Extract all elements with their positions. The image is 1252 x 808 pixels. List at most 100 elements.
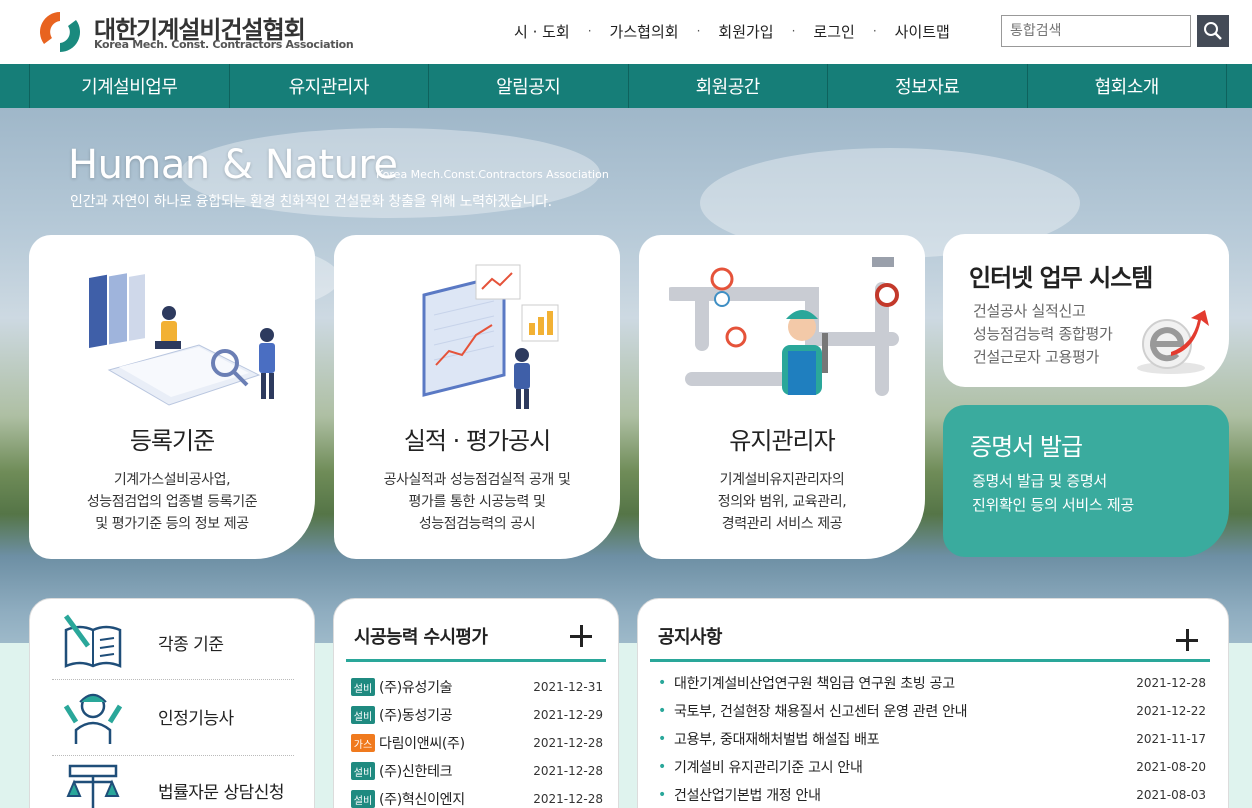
util-link-join[interactable]: 회원가입 — [718, 21, 773, 42]
plumber-pipes-illustration-icon — [669, 257, 899, 396]
list-item[interactable]: 설비 (주)혁신이엔지 2021-12-28 — [351, 785, 603, 808]
util-link-gas-council[interactable]: 가스협의회 — [610, 21, 679, 42]
internet-system-list: 건설공사 실적신고 성능점검능력 종합평가 건설근로자 고용평가 — [973, 300, 1113, 369]
evaluation-list: 설비 (주)유성기술 2021-12-31 설비 (주)동성기공 2021-12… — [351, 673, 603, 808]
list-item[interactable]: • 대한기계설비산업연구원 책임급 연구원 초빙 공고 2021-12-28 — [658, 669, 1206, 697]
divider — [52, 679, 294, 680]
internet-e-logo-icon — [1137, 310, 1209, 374]
books-people-illustration-icon — [89, 273, 275, 406]
item-date: 2021-08-20 — [1136, 760, 1206, 774]
item-date: 2021-08-03 — [1136, 788, 1206, 802]
internet-system-item[interactable]: 성능점검능력 종합평가 — [973, 323, 1113, 346]
util-link-login[interactable]: 로그인 — [813, 21, 854, 42]
list-item[interactable]: 설비 (주)동성기공 2021-12-29 — [351, 701, 603, 729]
list-item[interactable]: • 고용부, 중대재해처벌법 해설집 배포 2021-11-17 — [658, 725, 1206, 753]
nav-item-maintenance-manager[interactable]: 유지관리자 — [230, 64, 429, 108]
list-item[interactable]: • 국토부, 건설현장 채용질서 신고센터 운영 관련 안내 2021-12-2… — [658, 697, 1206, 725]
bullet-icon: • — [658, 787, 667, 803]
site-header: 대한기계설비건설협회 Korea Mech. Const. Contractor… — [0, 0, 1252, 64]
card-description-line: 및 평가기준 등의 정보 제공 — [95, 516, 249, 532]
utility-links: 시 · 도회 · 가스협의회 · 회원가입 · 로그인 · 사이트맵 — [500, 20, 950, 42]
search-button[interactable] — [1197, 15, 1229, 47]
internet-system-item[interactable]: 건설근로자 고용평가 — [973, 346, 1112, 369]
card-description-line: 공사실적과 성능점검실적 공개 및 — [383, 472, 571, 488]
bullet-icon: • — [658, 759, 667, 775]
certificate-description-line: 증명서 발급 및 증명서 — [972, 472, 1107, 490]
logo-mark-icon — [39, 12, 80, 52]
panel-title-underline — [650, 659, 1210, 662]
util-separator: · — [587, 24, 592, 38]
item-date: 2021-12-28 — [1136, 676, 1206, 690]
util-separator: · — [696, 24, 701, 38]
notice-panel: 공지사항 • 대한기계설비산업연구원 책임급 연구원 초빙 공고 2021-12… — [637, 598, 1229, 808]
category-badge: 설비 — [351, 762, 375, 780]
list-item[interactable]: • 건설산업기본법 개정 안내 2021-08-03 — [658, 781, 1206, 808]
card-description-line: 정의와 범위, 교육관리, — [717, 494, 847, 510]
site-logo[interactable]: 대한기계설비건설협회 Korea Mech. Const. Contractor… — [38, 8, 354, 56]
item-date: 2021-12-31 — [533, 680, 603, 694]
quick-link-label: 각종 기준 — [158, 634, 224, 655]
internet-work-system-box[interactable]: 인터넷 업무 시스템 건설공사 실적신고 성능점검능력 종합평가 건설근로자 고… — [943, 234, 1229, 387]
technician-tools-icon — [63, 693, 123, 744]
card-description-line: 기계가스설비공사업, — [113, 472, 231, 488]
nav-item-about[interactable]: 협회소개 — [1028, 64, 1227, 108]
card-registration-standard[interactable]: 등록기준 기계가스설비공사업, 성능점검업의 업종별 등록기준 및 평가기준 등… — [29, 235, 315, 559]
util-link-sitemap[interactable]: 사이트맵 — [895, 21, 950, 42]
justice-scale-icon — [66, 764, 120, 808]
quick-link-label: 법률자문 상담신청 — [158, 782, 285, 803]
card-description-line: 성능점검능력의 공시 — [418, 516, 536, 532]
bullet-icon: • — [658, 675, 667, 691]
card-description-line: 성능점검업의 업종별 등록기준 — [86, 494, 258, 510]
bullet-icon: • — [658, 703, 667, 719]
quick-link-label: 인정기능사 — [158, 708, 234, 729]
category-badge: 가스 — [351, 734, 375, 752]
company-name: (주)동성기공 — [379, 708, 453, 724]
list-item[interactable]: • 기계설비 유지관리기준 고시 안내 2021-08-20 — [658, 753, 1206, 781]
util-separator: · — [872, 24, 877, 38]
certificate-title: 증명서 발급 — [970, 433, 1083, 461]
search-input[interactable] — [1001, 15, 1191, 47]
item-date: 2021-12-22 — [1136, 704, 1206, 718]
more-plus-icon[interactable] — [1176, 629, 1198, 651]
more-plus-icon[interactable] — [570, 625, 592, 647]
card-description-line: 평가를 통한 시공능력 및 — [408, 494, 546, 510]
certificate-issuance-box[interactable]: 증명서 발급 증명서 발급 및 증명서 진위확인 등의 서비스 제공 — [943, 405, 1229, 557]
company-name: (주)신한테크 — [379, 764, 453, 780]
nav-item-mechanical-work[interactable]: 기계설비업무 — [30, 64, 230, 108]
util-link-branches[interactable]: 시 · 도회 — [514, 21, 570, 42]
nav-item-notices[interactable]: 알림공지 — [429, 64, 629, 108]
category-badge: 설비 — [351, 678, 375, 696]
quick-link-legal-consultation[interactable]: 법률자문 상담신청 — [50, 757, 296, 808]
list-item[interactable]: 설비 (주)유성기술 2021-12-31 — [351, 673, 603, 701]
quick-link-certified-technician[interactable]: 인정기능사 — [50, 683, 296, 749]
notice-title: 기계설비 유지관리기준 고시 안내 — [674, 760, 863, 776]
main-nav: 기계설비업무 유지관리자 알림공지 회원공간 정보자료 협회소개 — [0, 64, 1252, 108]
hero-subtitle: 인간과 자연이 하나로 융합되는 환경 친화적인 건설문화 창출을 위해 노력하… — [70, 194, 552, 210]
panel-title: 시공능력 수시평가 — [354, 627, 488, 648]
nav-item-member-space[interactable]: 회원공간 — [629, 64, 828, 108]
card-description: 기계가스설비공사업, 성능점검업의 업종별 등록기준 및 평가기준 등의 정보 … — [29, 469, 315, 535]
notice-title: 국토부, 건설현장 채용질서 신고센터 운영 관련 안내 — [674, 704, 968, 720]
card-title: 유지관리자 — [729, 427, 835, 455]
search-icon — [1204, 22, 1222, 40]
card-description: 기계설비유지관리자의 정의와 범위, 교육관리, 경력관리 서비스 제공 — [639, 469, 925, 535]
company-name: 다림이앤씨(주) — [379, 736, 465, 752]
card-performance-disclosure[interactable]: 실적 · 평가공시 공사실적과 성능점검실적 공개 및 평가를 통한 시공능력 … — [334, 235, 620, 559]
nav-item-resources[interactable]: 정보자료 — [828, 64, 1028, 108]
list-item[interactable]: 가스 다림이앤씨(주) 2021-12-28 — [351, 729, 603, 757]
util-separator: · — [791, 24, 796, 38]
item-date: 2021-12-29 — [533, 708, 603, 722]
card-description-line: 기계설비유지관리자의 — [719, 472, 845, 488]
card-title: 등록기준 — [129, 427, 215, 455]
internet-system-item[interactable]: 건설공사 실적신고 — [973, 300, 1112, 323]
item-date: 2021-12-28 — [533, 792, 603, 806]
list-item[interactable]: 설비 (주)신한테크 2021-12-28 — [351, 757, 603, 785]
construction-capacity-evaluation-panel: 시공능력 수시평가 설비 (주)유성기술 2021-12-31 설비 (주)동성… — [333, 598, 619, 808]
card-description-line: 경력관리 서비스 제공 — [721, 516, 843, 532]
notice-title: 고용부, 중대재해처벌법 해설집 배포 — [674, 732, 880, 748]
panel-title-underline — [346, 659, 606, 662]
item-date: 2021-12-28 — [533, 736, 603, 750]
card-maintenance-manager[interactable]: 유지관리자 기계설비유지관리자의 정의와 범위, 교육관리, 경력관리 서비스 … — [639, 235, 925, 559]
company-name: (주)혁신이엔지 — [379, 792, 465, 808]
quick-link-standards[interactable]: 각종 기준 — [50, 609, 296, 675]
